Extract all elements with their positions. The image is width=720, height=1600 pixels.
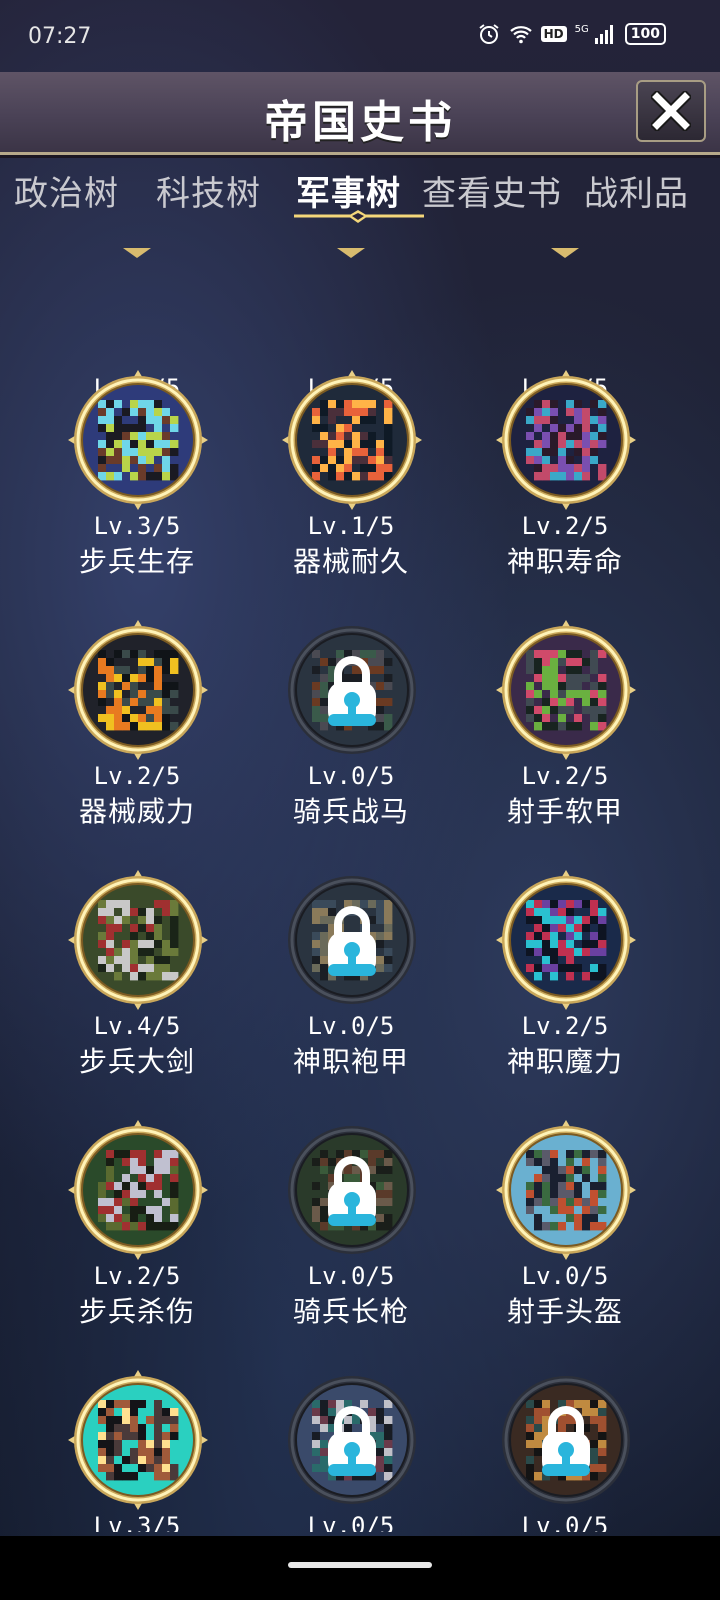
tab-bar: 政治树 科技树 军事树 查看史书 战利品 bbox=[0, 160, 720, 230]
skill-level: Lv.0/5 bbox=[521, 1262, 609, 1290]
skill-level: Lv.0/5 bbox=[307, 1012, 395, 1040]
skill-name: 神职魔力 bbox=[506, 1045, 623, 1078]
skill-node[interactable]: Lv.2/5 神职魔力 bbox=[460, 870, 670, 1120]
tab-technology[interactable]: 科技树 bbox=[156, 166, 261, 215]
skill-node[interactable]: Lv.3/5 bbox=[32, 1370, 242, 1532]
skill-icon-frame bbox=[502, 1376, 630, 1504]
skill-node-locked[interactable]: Lv.0/5 神职袍甲 bbox=[246, 870, 456, 1120]
skill-level: Lv.2/5 bbox=[93, 762, 181, 790]
skill-icon-frame bbox=[68, 1120, 208, 1260]
skill-level: Lv.0/5 bbox=[521, 1512, 609, 1532]
skill-name: 神职袍甲 bbox=[292, 1045, 409, 1078]
skill-level: Lv.2/5 bbox=[93, 1262, 181, 1290]
skill-node[interactable]: Lv.2/5 射手软甲 bbox=[460, 620, 670, 870]
skill-name: 神职寿命 bbox=[506, 545, 623, 578]
skill-icon-frame bbox=[288, 876, 416, 1004]
skill-frame-bottom-ornament bbox=[123, 248, 151, 258]
header-bar: 帝国史书 bbox=[0, 72, 720, 155]
skill-name: 射手头盔 bbox=[506, 1295, 623, 1328]
skill-node[interactable]: Lv.4/5 步兵大剑 bbox=[32, 870, 242, 1120]
network-type: 5G bbox=[574, 24, 589, 35]
skill-name: 步兵生存 bbox=[78, 545, 195, 578]
skill-level: Lv.0/5 bbox=[307, 1262, 395, 1290]
skill-frame-bottom-ornament bbox=[337, 248, 365, 258]
skill-node[interactable]: Lv.2/5 神职寿命 bbox=[460, 370, 670, 620]
skill-icon-frame bbox=[288, 1376, 416, 1504]
status-icons: HD 5G 100 bbox=[477, 22, 666, 46]
skill-level: Lv.2/5 bbox=[521, 1012, 609, 1040]
tab-view-history[interactable]: 查看史书 bbox=[422, 166, 562, 215]
alarm-icon bbox=[479, 24, 499, 44]
skill-name: 器械耐久 bbox=[292, 545, 409, 578]
skill-level: Lv.2/5 bbox=[521, 512, 609, 540]
skill-node[interactable]: Lv.0/5 射手头盔 bbox=[460, 1120, 670, 1370]
skill-icon-frame bbox=[68, 370, 208, 510]
skill-node-locked[interactable]: Lv.0/5 bbox=[460, 1370, 670, 1532]
skill-icon-frame bbox=[68, 620, 208, 760]
navigation-bar bbox=[0, 1536, 720, 1600]
skill-icon-frame bbox=[68, 1370, 208, 1510]
skill-node-locked[interactable]: Lv.0/5 bbox=[246, 1370, 456, 1532]
home-indicator[interactable] bbox=[288, 1562, 432, 1568]
skill-icon-frame bbox=[288, 626, 416, 754]
skill-icon-frame bbox=[68, 870, 208, 1010]
skill-icon-frame bbox=[496, 870, 636, 1010]
close-button[interactable] bbox=[636, 80, 706, 142]
skill-icon-frame bbox=[496, 370, 636, 510]
skill-level: Lv.1/5 bbox=[307, 512, 395, 540]
page-title: 帝国史书 bbox=[264, 97, 456, 148]
skill-level: Lv.0/5 bbox=[307, 1512, 395, 1532]
skill-name: 步兵杀伤 bbox=[78, 1295, 195, 1328]
skill-node-locked[interactable]: Lv.0/5 骑兵长枪 bbox=[246, 1120, 456, 1370]
skill-name: 骑兵战马 bbox=[292, 795, 409, 828]
hd-badge: HD bbox=[540, 26, 567, 42]
skill-name: 骑兵长枪 bbox=[292, 1295, 409, 1328]
skill-level: Lv.3/5 bbox=[93, 512, 181, 540]
wifi-icon bbox=[509, 26, 532, 44]
skill-level: Lv.4/5 bbox=[93, 1012, 181, 1040]
skill-node[interactable]: Lv.2/5 步兵杀伤 bbox=[32, 1120, 242, 1370]
skill-name: 器械威力 bbox=[78, 795, 195, 828]
skill-name: 步兵大剑 bbox=[78, 1045, 195, 1078]
skill-icon-frame bbox=[496, 1120, 636, 1260]
skill-icon-frame bbox=[496, 620, 636, 760]
skill-icon-frame bbox=[282, 370, 422, 510]
status-time: 07:27 bbox=[28, 24, 92, 49]
tab-politics[interactable]: 政治树 bbox=[14, 166, 119, 215]
skill-grid: Lv.3/5 步兵鳞甲 Lv.2/5 骑兵钢甲 Lv.2/5 射手重弓 Lv.3… bbox=[0, 232, 720, 1532]
tab-loot[interactable]: 战利品 bbox=[584, 166, 689, 215]
active-tab-indicator bbox=[294, 210, 424, 223]
close-icon bbox=[651, 91, 691, 131]
battery-icon: 100 bbox=[624, 23, 666, 45]
skill-level: Lv.0/5 bbox=[307, 762, 395, 790]
skill-node[interactable]: Lv.1/5 器械耐久 bbox=[246, 370, 456, 620]
skill-level: Lv.3/5 bbox=[93, 1512, 181, 1532]
skill-node[interactable]: Lv.3/5 步兵生存 bbox=[32, 370, 242, 620]
signal-icon bbox=[594, 25, 613, 44]
skill-frame-bottom-ornament bbox=[551, 248, 579, 258]
tab-military[interactable]: 军事树 bbox=[296, 166, 401, 215]
status-bar: 07:27 HD 5G 100 bbox=[0, 0, 720, 72]
skill-icon-frame bbox=[288, 1126, 416, 1254]
skill-name: 射手软甲 bbox=[506, 795, 623, 828]
skill-node[interactable]: Lv.2/5 器械威力 bbox=[32, 620, 242, 870]
skill-node-locked[interactable]: Lv.0/5 骑兵战马 bbox=[246, 620, 456, 870]
skill-level: Lv.2/5 bbox=[521, 762, 609, 790]
